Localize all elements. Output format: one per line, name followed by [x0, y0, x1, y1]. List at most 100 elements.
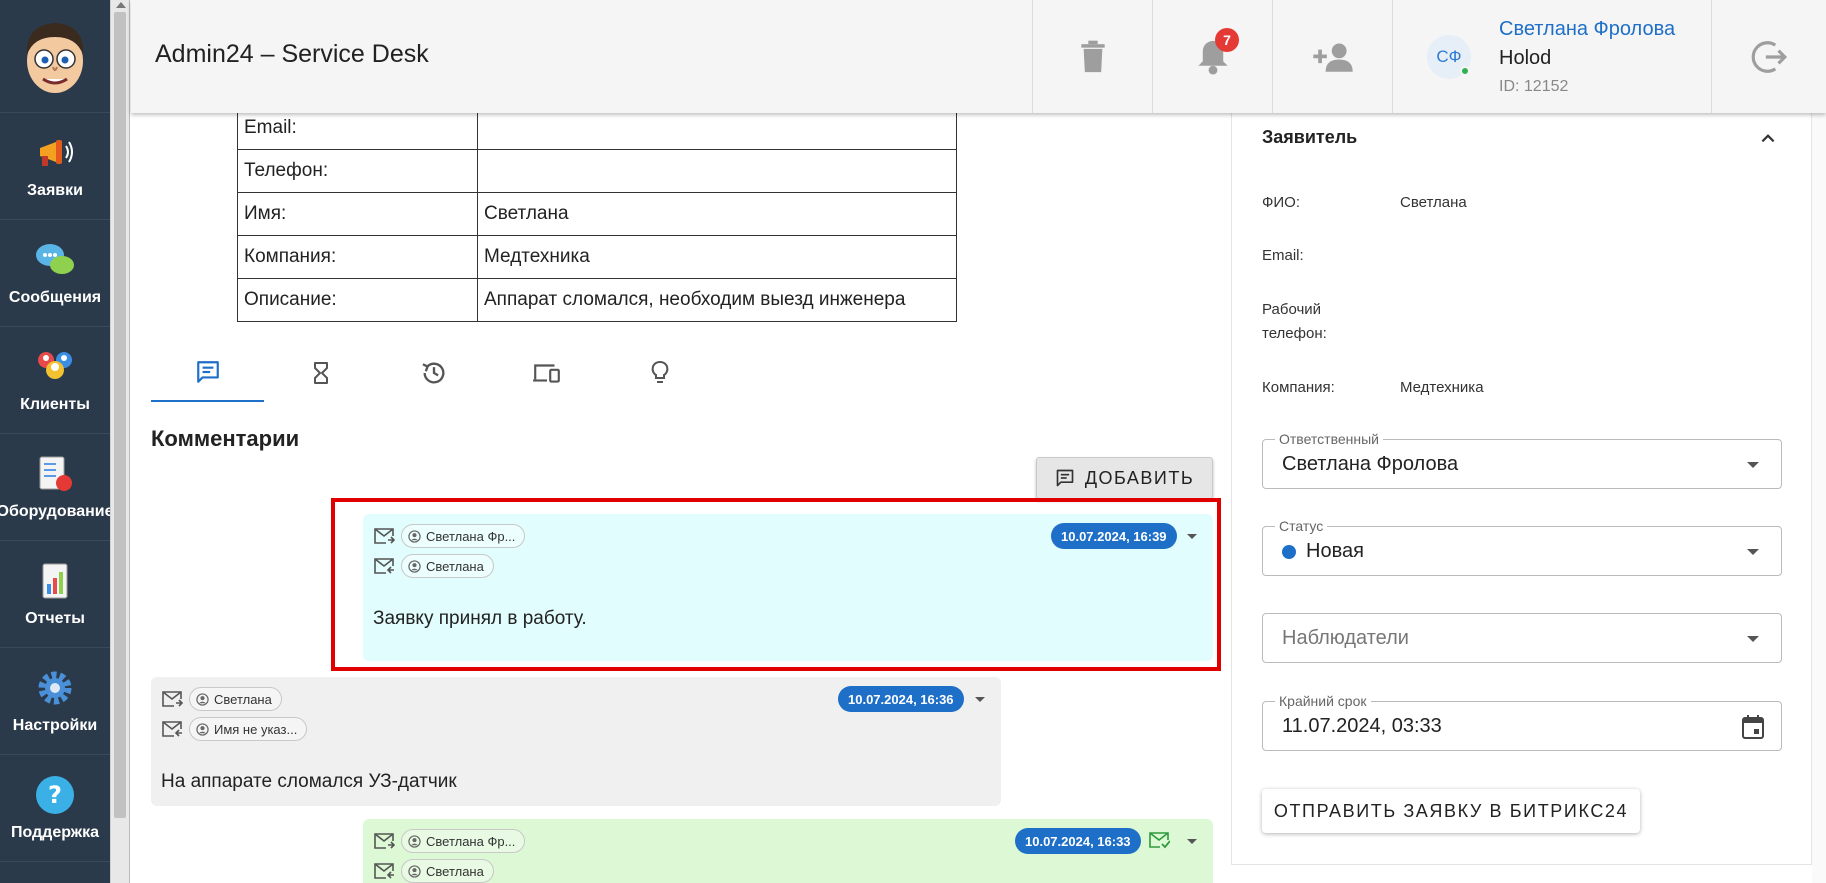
recipient-chip[interactable]: Светлана — [401, 859, 494, 883]
chat-bubbles-icon — [36, 244, 74, 274]
chevron-up-icon[interactable] — [1759, 129, 1777, 147]
recipient-chip[interactable]: Имя не указ... — [189, 717, 308, 741]
comment-menu-chevron-down-icon[interactable] — [1187, 839, 1197, 844]
comment-from-row: Светлана Фр... — [373, 829, 526, 853]
mail-incoming-icon — [374, 863, 394, 879]
comment-card: Светлана Имя не указ... 10.07.2024, 16:3… — [151, 677, 1001, 806]
table-row: Имя: Светлана — [237, 192, 957, 236]
ticket-info-table: Email: Телефон: Имя: Светлана Компания: … — [237, 106, 957, 322]
table-cell-key: Компания: — [237, 235, 478, 279]
company-value: Медтехника — [1400, 379, 1484, 396]
watchers-select[interactable]: Наблюдатели — [1262, 613, 1782, 663]
status-value-text: Новая — [1306, 540, 1364, 562]
watchers-placeholder-text: Наблюдатели — [1282, 627, 1409, 649]
scrollbar-thumb[interactable] — [114, 12, 126, 818]
sidebar-item-label: Сообщения — [8, 289, 102, 306]
report-icon — [42, 563, 68, 599]
dropdown-arrow-icon[interactable] — [1747, 462, 1759, 468]
avatar[interactable]: СФ — [1427, 34, 1471, 79]
responsible-label: Ответственный — [1275, 431, 1383, 447]
company-label: Компания: — [1262, 379, 1335, 396]
calendar-icon[interactable] — [1741, 714, 1765, 740]
comment-text: На аппарате сломался УЗ-датчик — [161, 771, 457, 792]
notification-count-badge: 7 — [1215, 28, 1239, 52]
sidebar-item-requests[interactable]: Заявки — [0, 113, 110, 220]
phone-label-line-2: телефон: — [1262, 325, 1327, 342]
dropdown-arrow-icon[interactable] — [1747, 549, 1759, 555]
author-chip[interactable]: Светлана — [189, 687, 282, 711]
user-info: Светлана Фролова Holod ID: 12152 — [1499, 18, 1675, 96]
tab-history[interactable] — [377, 344, 490, 402]
trash-icon — [1080, 40, 1105, 72]
tab-timer[interactable] — [264, 344, 377, 402]
send-to-bitrix24-button[interactable]: ОТПРАВИТЬ ЗАЯВКУ В БИТРИКС24 — [1262, 789, 1640, 833]
user-circle-icon — [196, 722, 209, 736]
table-cell-key: Имя: — [237, 192, 478, 236]
sidebar-item-label: Оборудование — [0, 503, 110, 520]
table-row: Телефон: — [237, 149, 957, 193]
email-label: Email: — [1262, 247, 1304, 264]
deadline-value-text: 11.07.2024, 03:33 — [1282, 715, 1442, 737]
sidebar-item-equipment[interactable]: Оборудование — [0, 434, 110, 541]
add-comment-button[interactable]: ДОБАВИТЬ — [1036, 457, 1213, 499]
tab-devices[interactable] — [490, 344, 603, 402]
logout-icon — [1751, 40, 1788, 73]
add-user-button[interactable] — [1272, 0, 1392, 113]
status-select[interactable]: Статус Новая — [1262, 518, 1782, 576]
app-logo[interactable] — [0, 0, 110, 113]
mail-incoming-icon — [162, 721, 182, 737]
user-org: Holod — [1499, 46, 1552, 69]
table-cell-key: Телефон: — [237, 149, 478, 193]
author-name: Светлана — [214, 691, 272, 707]
megaphone-icon — [40, 140, 73, 166]
fio-label: ФИО: — [1262, 194, 1301, 211]
author-name: Светлана Фр... — [426, 833, 516, 849]
sidebar-scrollbar[interactable] — [110, 0, 130, 883]
tab-comments[interactable] — [151, 344, 264, 402]
tab-ideas[interactable] — [603, 344, 716, 402]
sidebar-item-clients[interactable]: Клиенты — [0, 327, 110, 434]
responsible-select[interactable]: Ответственный Светлана Фролова — [1262, 431, 1782, 489]
user-profile[interactable]: СФ Светлана Фролова Holod ID: 12152 — [1392, 0, 1712, 113]
user-name[interactable]: Светлана Фролова — [1499, 18, 1675, 41]
user-circle-icon — [196, 692, 209, 706]
equipment-icon — [39, 456, 72, 491]
deadline-value: 11.07.2024, 03:33 — [1282, 715, 1442, 738]
lightbulb-icon — [651, 361, 668, 383]
hourglass-icon — [313, 362, 328, 384]
sidebar-item-support[interactable]: ? Поддержка — [0, 755, 110, 862]
sidebar-item-messages[interactable]: Сообщения — [0, 220, 110, 327]
sidebar-item-reports[interactable]: Отчеты — [0, 541, 110, 648]
gear-icon — [38, 671, 72, 705]
svg-text:?: ? — [48, 781, 62, 809]
top-header: Admin24 – Service Desk 7 СФ Светлана Фро… — [131, 0, 1826, 113]
page-scrollbar[interactable] — [1812, 113, 1826, 883]
requester-panel: Заявитель ФИО: Светлана Email: Рабочий т… — [1231, 113, 1812, 865]
deadline-field[interactable]: Крайний срок 11.07.2024, 03:33 — [1262, 693, 1782, 751]
comment-timestamp: 10.07.2024, 16:33 — [1015, 828, 1141, 854]
table-cell-value: Светлана — [477, 192, 957, 236]
comment-from-row: Светлана — [161, 687, 282, 711]
add-comment-icon — [1056, 469, 1074, 487]
recipient-name: Имя не указ... — [214, 721, 298, 737]
sidebar-item-label: Отчеты — [25, 610, 85, 627]
logout-button[interactable] — [1711, 0, 1826, 113]
user-circle-icon — [408, 834, 421, 848]
watchers-placeholder: Наблюдатели — [1282, 627, 1409, 650]
status-label: Статус — [1275, 518, 1328, 534]
comment-menu-chevron-down-icon[interactable] — [975, 697, 985, 702]
comment-timestamp: 10.07.2024, 16:36 — [838, 686, 964, 712]
scroll-up-arrow-icon[interactable] — [116, 2, 126, 8]
selection-highlight-box — [331, 498, 1221, 671]
comment-to-row: Имя не указ... — [161, 717, 308, 741]
sidebar-item-label: Поддержка — [10, 824, 100, 841]
fio-value: Светлана — [1400, 194, 1467, 211]
delete-button[interactable] — [1032, 0, 1152, 113]
notifications-button[interactable]: 7 — [1152, 0, 1272, 113]
table-cell-value: Медтехника — [477, 235, 957, 279]
sidebar-item-settings[interactable]: Настройки — [0, 648, 110, 755]
author-chip[interactable]: Светлана Фр... — [401, 829, 526, 853]
history-icon — [421, 362, 444, 384]
sidebar-item-label: Заявки — [27, 182, 83, 199]
dropdown-arrow-icon[interactable] — [1747, 636, 1759, 642]
